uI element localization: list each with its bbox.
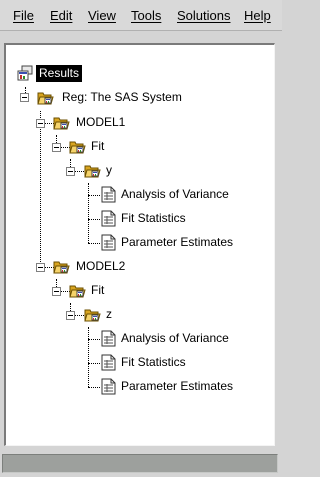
- collapse-toggle[interactable]: [66, 311, 75, 320]
- collapse-toggle[interactable]: [66, 167, 75, 176]
- tree-node-analysis-of-variance[interactable]: Analysis of Variance: [121, 330, 229, 347]
- results-tree-panel[interactable]: Results Reg: The SAS System MODEL1 Fit y…: [4, 43, 275, 446]
- status-bar: [2, 454, 278, 473]
- tree-connector: [74, 315, 84, 316]
- menu-tools[interactable]: Tools: [131, 8, 161, 24]
- menu-help[interactable]: Help: [244, 8, 271, 24]
- tree-node-model2[interactable]: MODEL2: [76, 258, 125, 275]
- tree-node-z[interactable]: z: [106, 306, 112, 323]
- table-document-icon: [101, 378, 116, 395]
- tree-connector: [74, 171, 84, 172]
- table-document-icon: [101, 234, 116, 251]
- menu-solutions[interactable]: Solutions: [177, 8, 230, 24]
- tree-node-fit-statistics[interactable]: Fit Statistics: [121, 354, 186, 371]
- tree-connector: [88, 243, 100, 244]
- open-folder-icon: [69, 141, 86, 154]
- tree-node-analysis-of-variance[interactable]: Analysis of Variance: [121, 186, 229, 203]
- collapse-toggle[interactable]: [20, 93, 29, 102]
- menu-file[interactable]: File: [13, 8, 34, 24]
- tree-node-parameter-estimates[interactable]: Parameter Estimates: [121, 234, 233, 251]
- collapse-toggle[interactable]: [52, 143, 61, 152]
- open-folder-icon: [84, 309, 101, 322]
- tree-node-fit[interactable]: Fit: [91, 138, 104, 155]
- tree-node-y[interactable]: y: [106, 162, 112, 179]
- open-folder-icon: [37, 92, 54, 105]
- tree-connector: [88, 387, 100, 388]
- table-document-icon: [101, 354, 116, 371]
- menu-view[interactable]: View: [88, 8, 116, 24]
- tree-node-results[interactable]: Results: [36, 65, 83, 82]
- open-folder-icon: [84, 165, 101, 178]
- tree-connector: [40, 111, 41, 268]
- collapse-toggle[interactable]: [36, 263, 45, 272]
- tree-connector: [88, 195, 100, 196]
- open-folder-icon: [53, 117, 70, 130]
- tree-node-parameter-estimates[interactable]: Parameter Estimates: [121, 378, 233, 395]
- tree-node-model1[interactable]: MODEL1: [76, 114, 125, 131]
- table-document-icon: [101, 186, 116, 203]
- open-folder-icon: [53, 261, 70, 274]
- tree-connector: [88, 219, 100, 220]
- tree-node-reg[interactable]: Reg: The SAS System: [62, 89, 182, 106]
- results-icon: [17, 65, 33, 81]
- tree-connector: [88, 363, 100, 364]
- tree-connector: [88, 183, 89, 243]
- tree-node-fit[interactable]: Fit: [91, 282, 104, 299]
- menu-bar: File Edit View Tools Solutions Help: [0, 0, 282, 31]
- table-document-icon: [101, 330, 116, 347]
- tree-connector: [88, 327, 89, 387]
- open-folder-icon: [69, 285, 86, 298]
- collapse-toggle[interactable]: [52, 287, 61, 296]
- tree-node-fit-statistics[interactable]: Fit Statistics: [121, 210, 186, 227]
- collapse-toggle[interactable]: [36, 119, 45, 128]
- table-document-icon: [101, 210, 116, 227]
- tree-connector: [88, 339, 100, 340]
- menu-edit[interactable]: Edit: [50, 8, 72, 24]
